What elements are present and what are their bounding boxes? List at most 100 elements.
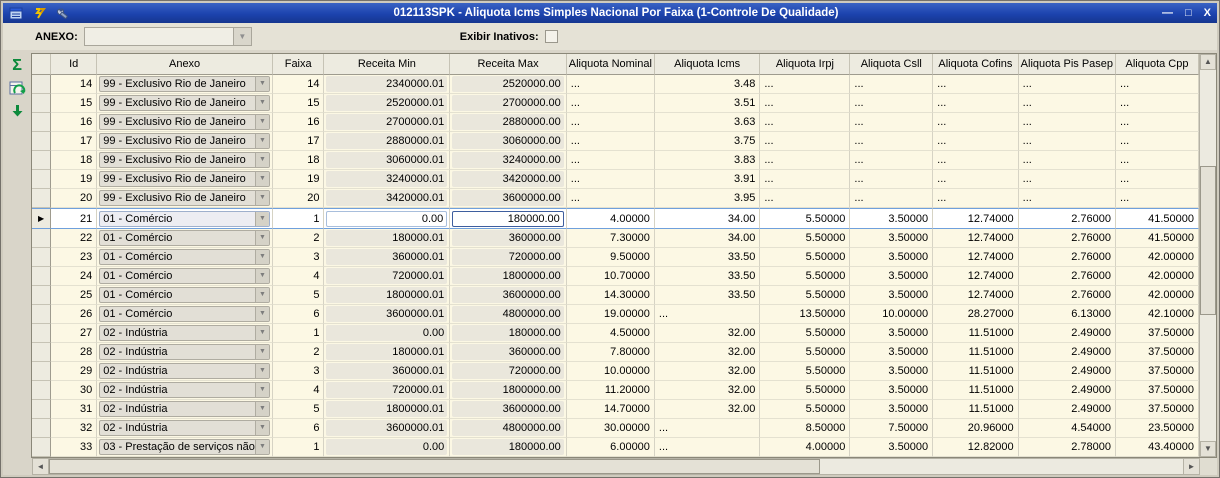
cell-csll[interactable]: 3.50000 — [850, 286, 934, 305]
max-edit-field[interactable]: 360000.00 — [452, 230, 564, 246]
cell-max[interactable]: 3600000.00 — [450, 189, 567, 208]
cell-id[interactable]: 18 — [51, 151, 98, 170]
cell-cpp[interactable]: 37.50000 — [1116, 400, 1199, 419]
cell-min[interactable]: 1800000.01 — [324, 400, 451, 419]
cell-csll[interactable]: ... — [850, 189, 934, 208]
cell-cofins[interactable]: 12.82000 — [933, 438, 1019, 457]
cell-csll[interactable]: 3.50000 — [850, 362, 934, 381]
cell-min[interactable]: 2700000.01 — [324, 113, 451, 132]
table-row[interactable]: 18 99 - Exclusivo Rio de Janeiro ▼ 18 306000… — [32, 151, 1199, 170]
cell-anexo[interactable]: 99 - Exclusivo Rio de Janeiro ▼ — [97, 75, 273, 94]
cell-irpj[interactable]: 5.50000 — [760, 400, 851, 419]
chevron-down-icon[interactable]: ▼ — [254, 326, 269, 340]
cell-anexo[interactable]: 01 - Comércio ▼ — [97, 248, 273, 267]
cell-pis[interactable]: 2.49000 — [1018, 343, 1117, 362]
min-edit-field[interactable]: 1800000.01 — [326, 287, 448, 303]
cell-anexo[interactable]: 01 - Comércio ▼ — [97, 267, 273, 286]
anexo-cell-combobox[interactable]: 02 - Indústria ▼ — [99, 382, 270, 398]
col-header-anexo[interactable]: Anexo — [97, 54, 273, 75]
cell-cofins[interactable]: 12.74000 — [933, 229, 1019, 248]
cell-anexo[interactable]: 99 - Exclusivo Rio de Janeiro ▼ — [97, 132, 273, 151]
form-window-icon[interactable] — [9, 7, 23, 20]
cell-pis[interactable]: ... — [1018, 75, 1117, 94]
cell-id[interactable]: 20 — [51, 189, 98, 208]
cell-id[interactable]: 23 — [51, 248, 98, 267]
max-edit-field[interactable]: 720000.00 — [452, 363, 564, 379]
cell-min[interactable]: 0.00 — [324, 438, 451, 457]
min-edit-field[interactable]: 2700000.01 — [326, 114, 448, 130]
chevron-down-icon[interactable]: ▼ — [254, 307, 269, 321]
table-row[interactable]: ▶ 21 01 - Comércio ▼ 1 0.00 180000.00 4.00000 34… — [32, 208, 1199, 229]
cell-id[interactable]: 27 — [51, 324, 98, 343]
cell-pis[interactable]: ... — [1018, 170, 1117, 189]
max-edit-field[interactable]: 4800000.00 — [452, 306, 564, 322]
cell-cofins[interactable]: ... — [933, 132, 1019, 151]
cell-anexo[interactable]: 99 - Exclusivo Rio de Janeiro ▼ — [97, 151, 273, 170]
cell-irpj[interactable]: 8.50000 — [760, 419, 851, 438]
cell-icms[interactable]: ... — [654, 419, 761, 438]
table-row[interactable]: 24 01 - Comércio ▼ 4 720000.01 1800000.00 10.7… — [32, 267, 1199, 286]
cell-icms[interactable]: 3.95 — [654, 189, 761, 208]
cell-min[interactable]: 180000.01 — [324, 343, 451, 362]
cell-cofins[interactable]: 20.96000 — [933, 419, 1019, 438]
cell-nominal[interactable]: 6.00000 — [566, 438, 655, 457]
cell-faixa[interactable]: 1 — [272, 208, 325, 229]
cell-id[interactable]: 32 — [51, 419, 98, 438]
sigma-sum-icon[interactable]: Σ — [12, 58, 22, 74]
cell-icms[interactable]: 34.00 — [654, 208, 761, 229]
scroll-up-icon[interactable]: ▲ — [1200, 54, 1216, 70]
anexo-combobox[interactable]: ▼ — [83, 27, 252, 46]
cell-cpp[interactable]: ... — [1116, 113, 1199, 132]
cell-faixa[interactable]: 17 — [272, 132, 325, 151]
anexo-cell-combobox[interactable]: 99 - Exclusivo Rio de Janeiro ▼ — [99, 133, 270, 149]
chevron-down-icon[interactable]: ▼ — [254, 172, 269, 186]
cell-irpj[interactable]: ... — [760, 94, 851, 113]
cell-min[interactable]: 180000.01 — [324, 229, 451, 248]
min-edit-field[interactable]: 0.00 — [326, 210, 448, 227]
table-row[interactable]: 29 02 - Indústria ▼ 3 360000.01 720000.00 10.0… — [32, 362, 1199, 381]
cell-cofins[interactable]: ... — [933, 113, 1019, 132]
cell-anexo[interactable]: 01 - Comércio ▼ — [97, 208, 273, 229]
row-indicator[interactable] — [32, 151, 52, 170]
cell-min[interactable]: 2520000.01 — [324, 94, 451, 113]
min-edit-field[interactable]: 720000.01 — [326, 268, 448, 284]
min-edit-field[interactable]: 3600000.01 — [326, 306, 448, 322]
min-edit-field[interactable]: 180000.01 — [326, 344, 448, 360]
cell-cofins[interactable]: 11.51000 — [933, 381, 1019, 400]
cell-pis[interactable]: 2.76000 — [1018, 267, 1117, 286]
cell-min[interactable]: 0.00 — [324, 208, 451, 229]
cell-anexo[interactable]: 01 - Comércio ▼ — [97, 229, 273, 248]
anexo-cell-combobox[interactable]: 99 - Exclusivo Rio de Janeiro ▼ — [99, 190, 270, 206]
min-edit-field[interactable]: 3060000.01 — [326, 152, 448, 168]
cell-max[interactable]: 360000.00 — [450, 229, 567, 248]
cell-cpp[interactable]: 42.10000 — [1116, 305, 1199, 324]
cell-cpp[interactable]: 42.00000 — [1116, 286, 1199, 305]
cell-cpp[interactable]: ... — [1116, 132, 1199, 151]
cell-cpp[interactable]: 37.50000 — [1116, 381, 1199, 400]
cell-cpp[interactable]: 37.50000 — [1116, 324, 1199, 343]
row-indicator[interactable] — [32, 267, 52, 286]
anexo-cell-combobox[interactable]: 01 - Comércio ▼ — [99, 306, 270, 322]
cell-anexo[interactable]: 02 - Indústria ▼ — [97, 362, 273, 381]
cell-min[interactable]: 1800000.01 — [324, 286, 451, 305]
cell-min[interactable]: 3060000.01 — [324, 151, 451, 170]
row-indicator[interactable] — [32, 229, 52, 248]
cell-pis[interactable]: 6.13000 — [1018, 305, 1117, 324]
table-row[interactable]: 15 99 - Exclusivo Rio de Janeiro ▼ 15 252000… — [32, 94, 1199, 113]
cell-id[interactable]: 17 — [51, 132, 98, 151]
cell-cpp[interactable]: 43.40000 — [1116, 438, 1199, 457]
cell-irpj[interactable]: 4.00000 — [760, 438, 851, 457]
min-edit-field[interactable]: 360000.01 — [326, 363, 448, 379]
cell-max[interactable]: 2700000.00 — [450, 94, 567, 113]
max-edit-field[interactable]: 3420000.00 — [452, 171, 564, 187]
col-header-pis[interactable]: Aliquota Pis Pasep — [1018, 54, 1117, 75]
cell-irpj[interactable]: 5.50000 — [760, 381, 851, 400]
wrench-icon[interactable] — [56, 7, 70, 20]
cell-cofins[interactable]: 12.74000 — [933, 208, 1019, 229]
cell-id[interactable]: 15 — [51, 94, 98, 113]
cell-anexo[interactable]: 01 - Comércio ▼ — [97, 286, 273, 305]
table-row[interactable]: 23 01 - Comércio ▼ 3 360000.01 720000.00 9.500… — [32, 248, 1199, 267]
cell-csll[interactable]: 3.50000 — [850, 343, 934, 362]
row-indicator[interactable] — [32, 286, 52, 305]
col-header-max[interactable]: Receita Max — [450, 54, 567, 75]
